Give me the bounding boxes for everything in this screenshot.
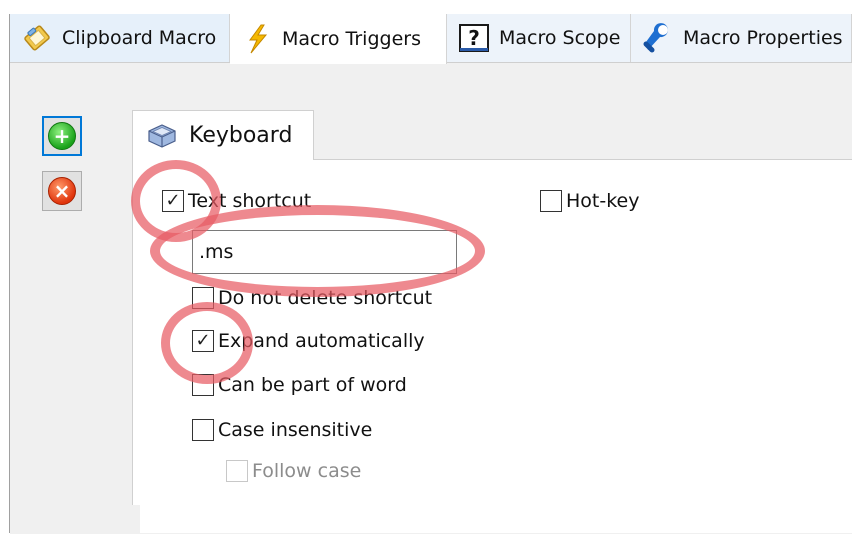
x-icon: × [48,177,76,205]
lightning-icon [240,22,274,56]
keyboard-key-icon [145,123,179,149]
case-insensitive-label: Case insensitive [218,419,373,441]
follow-case-option: Follow case [226,460,361,482]
tab-macro-properties[interactable]: Macro Properties [631,14,852,62]
text-shortcut-checkbox[interactable]: ✓ [162,190,184,212]
delete-trigger-button[interactable]: × [42,171,82,211]
hot-key-checkbox[interactable] [540,190,562,212]
case-insensitive-option[interactable]: Case insensitive [192,419,372,441]
shortcut-input[interactable] [192,230,457,274]
do-not-delete-checkbox[interactable] [192,287,214,309]
part-of-word-checkbox[interactable] [192,374,214,396]
window-frame-top [0,0,852,14]
follow-case-checkbox [226,460,248,482]
tab-macro-scope[interactable]: ? Macro Scope [447,14,631,62]
do-not-delete-label: Do not delete shortcut [218,287,433,309]
hot-key-label: Hot-key [566,190,640,212]
tab-label: Macro Triggers [282,28,421,50]
part-of-word-option[interactable]: Can be part of word [192,374,407,396]
plus-icon: + [48,122,76,150]
clipboard-icon [20,21,54,55]
panel-divider [132,505,140,533]
expand-automatically-checkbox[interactable]: ✓ [192,330,214,352]
hot-key-option[interactable]: Hot-key [540,190,639,212]
expand-automatically-option[interactable]: ✓ Expand automatically [192,330,425,352]
case-insensitive-checkbox[interactable] [192,419,214,441]
do-not-delete-option[interactable]: Do not delete shortcut [192,287,432,309]
text-shortcut-option[interactable]: ✓ Text shortcut [162,190,311,212]
tab-keyboard[interactable]: Keyboard [132,110,314,160]
add-trigger-button[interactable]: + [42,116,82,156]
svg-text:?: ? [468,26,480,50]
tab-macro-triggers[interactable]: Macro Triggers [230,14,447,64]
text-shortcut-label: Text shortcut [188,190,312,212]
tab-clipboard-macro[interactable]: Clipboard Macro [10,14,230,62]
follow-case-label: Follow case [252,460,362,482]
macro-tab-strip: Clipboard Macro Macro Triggers ? Macro S… [10,14,852,64]
tab-label: Macro Properties [683,27,843,49]
tab-label: Macro Scope [499,27,621,49]
expand-automatically-label: Expand automatically [218,330,425,352]
tab-label: Clipboard Macro [62,27,217,49]
tab-label: Keyboard [189,123,293,148]
part-of-word-label: Can be part of word [218,374,407,396]
question-icon: ? [457,21,491,55]
wrench-icon [641,21,675,55]
